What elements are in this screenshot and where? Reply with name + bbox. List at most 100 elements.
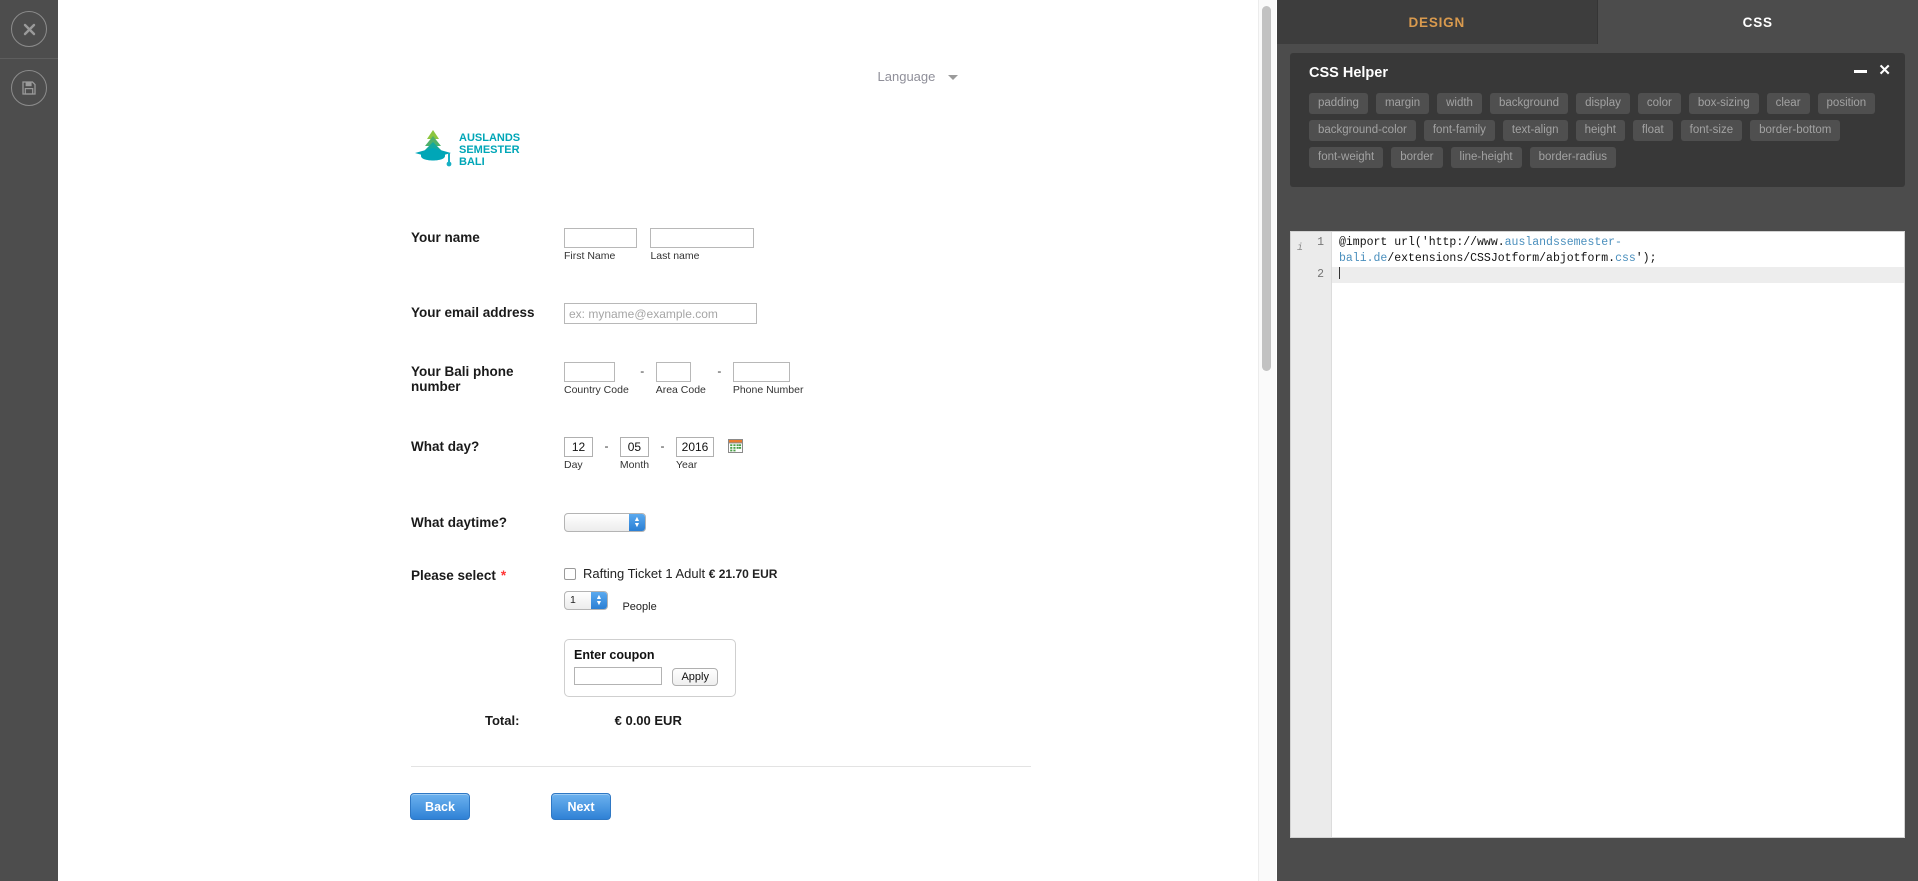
field-please-select: Please select * Rafting Ticket 1 Adult € …	[411, 566, 1211, 697]
daytime-select[interactable]: ▲ ▼	[564, 513, 646, 532]
year-input[interactable]	[676, 437, 714, 457]
field-control	[564, 303, 1211, 324]
day-group: Day	[564, 437, 593, 471]
field-label: Your email address	[411, 305, 535, 320]
save-form-button[interactable]	[0, 58, 58, 116]
css-code-editor[interactable]: i 1 2 @import url('http://www.auslandsse…	[1290, 231, 1905, 838]
svg-text:SEMESTER: SEMESTER	[459, 144, 520, 156]
left-tool-rail	[0, 0, 58, 881]
coupon-box: Enter coupon Apply	[564, 639, 736, 697]
phone-separator-1: -	[640, 364, 645, 378]
editor-active-line[interactable]	[1332, 267, 1904, 283]
css-tag[interactable]: height	[1575, 120, 1625, 141]
css-tag[interactable]: color	[1637, 93, 1681, 114]
language-selector-row: Language	[58, 68, 1218, 86]
country-code-input[interactable]	[564, 362, 615, 382]
area-code-input[interactable]	[655, 362, 691, 382]
apply-coupon-button[interactable]: Apply	[672, 668, 718, 686]
field-control: Day - Month - Year	[564, 437, 1211, 471]
field-email: Your email address	[411, 303, 1211, 324]
css-tag[interactable]: background-color	[1309, 120, 1416, 141]
month-group: Month	[619, 437, 649, 471]
css-tag[interactable]: width	[1437, 93, 1482, 114]
field-control: ▲ ▼	[564, 513, 1211, 537]
rafting-ticket-checkbox[interactable]	[564, 568, 576, 580]
phone-number-group: Phone Number	[732, 362, 804, 396]
svg-text:BALI: BALI	[459, 156, 485, 168]
year-sublabel: Year	[676, 459, 698, 471]
css-tag[interactable]: border-bottom	[1750, 120, 1841, 141]
css-tag[interactable]: margin	[1375, 93, 1430, 114]
code-token: /extensions/CSSJotform	[1387, 252, 1540, 265]
text-caret	[1339, 267, 1340, 279]
day-sublabel: Day	[564, 459, 583, 471]
code-token: /abjotform.	[1539, 252, 1616, 265]
area-code-sublabel: Area Code	[655, 384, 706, 396]
day-input[interactable]	[564, 437, 593, 457]
next-button[interactable]: Next	[551, 793, 611, 820]
tab-css[interactable]: CSS	[1597, 0, 1918, 44]
chevron-down-icon	[948, 75, 958, 81]
field-what-daytime: What daytime? ▲ ▼	[411, 513, 1211, 537]
people-quantity-stepper[interactable]: 1 ▲ ▼	[564, 591, 608, 610]
language-selector[interactable]: Language	[878, 69, 958, 84]
email-input[interactable]	[564, 303, 757, 324]
phone-number-input[interactable]	[732, 362, 790, 382]
form-canvas: Language AUSLANDS SEMESTER BALI Your nam…	[58, 0, 1275, 881]
field-label: What day?	[411, 439, 480, 454]
editor-code[interactable]: @import url('http://www.auslandssemester…	[1332, 235, 1904, 283]
field-control: Rafting Ticket 1 Adult € 21.70 EUR 1 ▲ ▼ …	[564, 566, 1211, 697]
total-value: € 0.00 EUR	[614, 713, 682, 728]
form-scrollbar-thumb[interactable]	[1262, 6, 1271, 371]
css-tag[interactable]: font-weight	[1309, 147, 1384, 168]
country-code-sublabel: Country Code	[564, 384, 629, 396]
css-tag[interactable]: position	[1817, 93, 1876, 114]
css-tag[interactable]: float	[1632, 120, 1673, 141]
css-tag[interactable]: line-height	[1450, 147, 1522, 168]
phone-separator-2: -	[717, 364, 722, 378]
field-phone: Your Bali phone number Country Code - Ar…	[411, 362, 1211, 396]
back-button[interactable]: Back	[410, 793, 470, 820]
right-panel: DESIGN CSS CSS Helper ✕ padding margin w…	[1277, 0, 1918, 881]
month-input[interactable]	[619, 437, 649, 457]
first-name-input[interactable]	[564, 228, 637, 248]
date-separator-2: -	[660, 439, 665, 453]
calendar-icon[interactable]	[728, 438, 744, 453]
product-name: Rafting Ticket 1 Adult	[583, 566, 706, 581]
field-your-name: Your name First Name Last name	[411, 228, 1211, 262]
css-helper-panel: CSS Helper ✕ padding margin width backgr…	[1290, 53, 1905, 187]
form-scrollbar[interactable]	[1258, 0, 1276, 881]
total-label: Total:	[485, 713, 520, 728]
minimize-icon[interactable]	[1854, 69, 1868, 73]
field-label: Your Bali phone number	[411, 364, 514, 394]
css-tag[interactable]: border	[1391, 147, 1443, 168]
close-icon[interactable]: ✕	[1878, 63, 1891, 78]
css-tag[interactable]: font-family	[1423, 120, 1495, 141]
editor-gutter: i 1 2	[1291, 232, 1332, 837]
css-tag[interactable]: display	[1576, 93, 1630, 114]
phone-number-sublabel: Phone Number	[732, 384, 804, 396]
css-tag[interactable]: box-sizing	[1688, 93, 1759, 114]
editor-info-glyph: i	[1297, 243, 1304, 254]
first-name-sublabel: First Name	[564, 250, 616, 262]
field-what-day: What day? Day - Month - Year	[411, 437, 1211, 471]
tab-design[interactable]: DESIGN	[1277, 0, 1598, 44]
coupon-input[interactable]	[574, 667, 662, 685]
css-tag[interactable]: text-align	[1502, 120, 1568, 141]
css-tag[interactable]: padding	[1309, 93, 1368, 114]
css-tag[interactable]: font-size	[1680, 120, 1743, 141]
css-helper-controls: ✕	[1854, 63, 1891, 78]
last-name-sublabel: Last name	[650, 250, 700, 262]
css-tag[interactable]: background	[1489, 93, 1569, 114]
select-stepper-icon: ▲ ▼	[591, 592, 607, 609]
field-control: Country Code - Area Code - Phone Number	[564, 362, 1211, 396]
css-property-tags: padding margin width background display …	[1309, 93, 1889, 168]
last-name-input[interactable]	[650, 228, 755, 248]
select-stepper-icon: ▲ ▼	[629, 514, 645, 531]
last-name-group: Last name	[650, 228, 755, 262]
close-form-button[interactable]	[0, 0, 58, 58]
svg-text:AUSLANDS: AUSLANDS	[459, 132, 520, 144]
field-label: Please select *	[411, 566, 564, 583]
css-tag[interactable]: border-radius	[1529, 147, 1616, 168]
css-tag[interactable]: clear	[1766, 93, 1810, 114]
